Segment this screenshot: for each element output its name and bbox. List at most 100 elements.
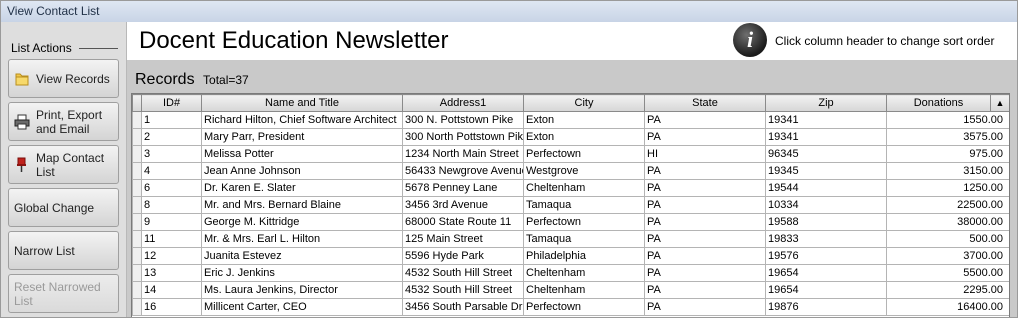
table-row[interactable]: 12 Juanita Estevez 5596 Hyde Park Philadelp… <box>132 247 1009 265</box>
cell-zip[interactable]: 19576 <box>765 247 887 265</box>
cell-address[interactable]: 5596 Hyde Park <box>402 247 524 265</box>
cell-city[interactable]: Cheltenham <box>523 264 645 282</box>
table-row[interactable]: 4 Jean Anne Johnson 56433 Newgrove Avenue W… <box>132 162 1009 180</box>
cell-city[interactable]: Perfectown <box>523 213 645 231</box>
cell-donations[interactable]: 3700.00 <box>886 247 1009 265</box>
cell-name[interactable]: Mary Parr, President <box>201 128 403 146</box>
cell-name[interactable]: Mr. and Mrs. Bernard Blaine <box>201 196 403 214</box>
cell-zip[interactable]: 19341 <box>765 128 887 146</box>
row-selector[interactable] <box>132 264 142 282</box>
cell-id[interactable]: 1 <box>141 111 202 129</box>
cell-name[interactable]: Millicent Carter, CEO <box>201 298 403 316</box>
cell-id[interactable]: 14 <box>141 281 202 299</box>
cell-id[interactable]: 2 <box>141 128 202 146</box>
reset-narrowed-list-button[interactable]: Reset Narrowed List <box>8 274 119 313</box>
column-header-state[interactable]: State <box>644 94 766 112</box>
row-selector[interactable] <box>132 247 142 265</box>
cell-address[interactable]: 56433 Newgrove Avenue <box>402 162 524 180</box>
column-header-address[interactable]: Address1 <box>402 94 524 112</box>
cell-zip[interactable]: 19544 <box>765 179 887 197</box>
cell-donations[interactable]: 3150.00 <box>886 162 1009 180</box>
cell-name[interactable]: Richard Hilton, Chief Software Architect <box>201 111 403 129</box>
cell-state[interactable]: PA <box>644 281 766 299</box>
row-selector[interactable] <box>132 196 142 214</box>
cell-name[interactable]: Ms. Laura Jenkins, Director <box>201 281 403 299</box>
cell-id[interactable]: 8 <box>141 196 202 214</box>
cell-address[interactable]: 1234 North Main Street <box>402 145 524 163</box>
column-header-id[interactable]: ID# <box>141 94 202 112</box>
cell-id[interactable]: 9 <box>141 213 202 231</box>
cell-donations[interactable]: 3575.00 <box>886 128 1009 146</box>
cell-donations[interactable]: 5500.00 <box>886 264 1009 282</box>
cell-donations[interactable]: 38000.00 <box>886 213 1009 231</box>
cell-donations[interactable]: 16400.00 <box>886 298 1009 316</box>
cell-id[interactable]: 16 <box>141 298 202 316</box>
row-selector[interactable] <box>132 213 142 231</box>
cell-city[interactable]: Perfectown <box>523 145 645 163</box>
row-selector[interactable] <box>132 111 142 129</box>
row-selector[interactable] <box>132 230 142 248</box>
cell-city[interactable]: Westgrove <box>523 162 645 180</box>
cell-address[interactable]: 5678 Penney Lane <box>402 179 524 197</box>
cell-state[interactable]: PA <box>644 230 766 248</box>
cell-donations[interactable]: 500.00 <box>886 230 1009 248</box>
cell-name[interactable]: George M. Kittridge <box>201 213 403 231</box>
cell-address[interactable]: 125 Main Street <box>402 230 524 248</box>
cell-donations[interactable]: 22500.00 <box>886 196 1009 214</box>
cell-city[interactable]: Philadelphia <box>523 247 645 265</box>
table-row[interactable]: 14 Ms. Laura Jenkins, Director 4532 South … <box>132 281 1009 299</box>
cell-name[interactable]: Juanita Estevez <box>201 247 403 265</box>
narrow-list-button[interactable]: Narrow List <box>8 231 119 270</box>
cell-name[interactable]: Dr. Karen E. Slater <box>201 179 403 197</box>
cell-address[interactable]: 300 North Pottstown Pike <box>402 128 524 146</box>
row-selector[interactable] <box>132 128 142 146</box>
cell-zip[interactable]: 19833 <box>765 230 887 248</box>
cell-state[interactable]: PA <box>644 162 766 180</box>
cell-zip[interactable]: 19341 <box>765 111 887 129</box>
cell-zip[interactable]: 19876 <box>765 298 887 316</box>
column-header-city[interactable]: City <box>523 94 645 112</box>
cell-state[interactable]: PA <box>644 264 766 282</box>
table-row[interactable]: 1 Richard Hilton, Chief Software Architec… <box>132 111 1009 129</box>
info-icon[interactable]: i <box>733 23 767 57</box>
scroll-up-button[interactable]: ▲ <box>990 94 1009 112</box>
column-header-zip[interactable]: Zip <box>765 94 887 112</box>
column-header-name[interactable]: Name and Title <box>201 94 403 112</box>
column-header-donations[interactable]: Donations <box>886 94 991 112</box>
cell-city[interactable]: Cheltenham <box>523 179 645 197</box>
cell-state[interactable]: PA <box>644 179 766 197</box>
cell-zip[interactable]: 96345 <box>765 145 887 163</box>
table-row[interactable]: 6 Dr. Karen E. Slater 5678 Penney Lane Chel… <box>132 179 1009 197</box>
cell-state[interactable]: PA <box>644 247 766 265</box>
view-records-button[interactable]: View Records <box>8 59 119 98</box>
cell-id[interactable]: 13 <box>141 264 202 282</box>
row-selector[interactable] <box>132 298 142 316</box>
cell-donations[interactable]: 1250.00 <box>886 179 1009 197</box>
cell-zip[interactable]: 19654 <box>765 281 887 299</box>
table-row[interactable]: 16 Millicent Carter, CEO 3456 South Parsab… <box>132 298 1009 316</box>
cell-state[interactable]: PA <box>644 213 766 231</box>
map-contact-list-button[interactable]: Map Contact List <box>8 145 119 184</box>
cell-donations[interactable]: 2295.00 <box>886 281 1009 299</box>
cell-id[interactable]: 3 <box>141 145 202 163</box>
cell-zip[interactable]: 10334 <box>765 196 887 214</box>
cell-id[interactable]: 6 <box>141 179 202 197</box>
cell-zip[interactable]: 19654 <box>765 264 887 282</box>
cell-address[interactable]: 4532 South Hill Street <box>402 264 524 282</box>
cell-address[interactable]: 300 N. Pottstown Pike <box>402 111 524 129</box>
cell-city[interactable]: Cheltenham <box>523 281 645 299</box>
cell-zip[interactable]: 19345 <box>765 162 887 180</box>
row-selector[interactable] <box>132 162 142 180</box>
row-selector[interactable] <box>132 145 142 163</box>
cell-zip[interactable]: 19588 <box>765 213 887 231</box>
table-row[interactable]: 8 Mr. and Mrs. Bernard Blaine 3456 3rd Ave… <box>132 196 1009 214</box>
cell-state[interactable]: PA <box>644 111 766 129</box>
cell-name[interactable]: Jean Anne Johnson <box>201 162 403 180</box>
cell-name[interactable]: Mr. & Mrs. Earl L. Hilton <box>201 230 403 248</box>
cell-donations[interactable]: 1550.00 <box>886 111 1009 129</box>
cell-address[interactable]: 68000 State Route 11 <box>402 213 524 231</box>
cell-donations[interactable]: 975.00 <box>886 145 1009 163</box>
cell-city[interactable]: Perfectown <box>523 298 645 316</box>
row-selector[interactable] <box>132 179 142 197</box>
global-change-button[interactable]: Global Change <box>8 188 119 227</box>
